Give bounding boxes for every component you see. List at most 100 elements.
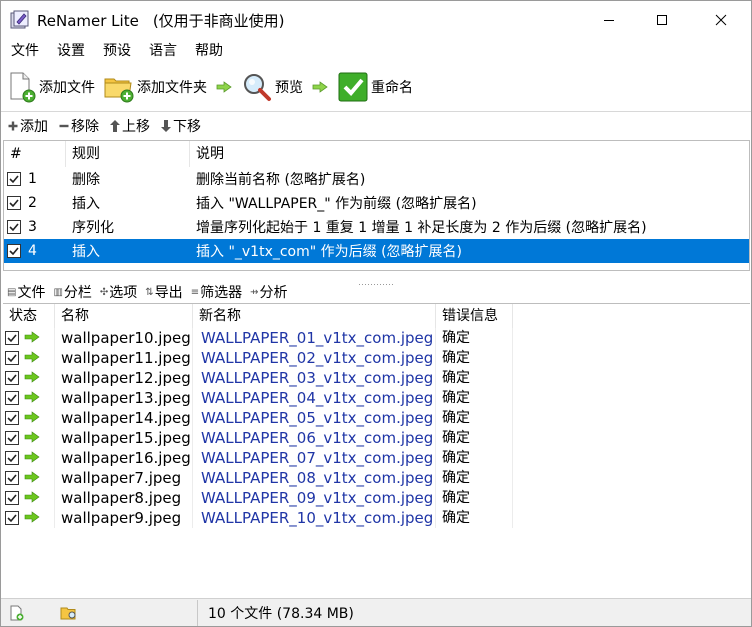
app-logo-icon <box>10 10 30 30</box>
file-row[interactable]: wallpaper9.jpeg WALLPAPER_10_v1tx_com.jpe… <box>3 508 513 528</box>
ready-arrow-icon <box>24 488 40 508</box>
files-toolbar: ▤ 文件 ▥ 分栏 ✣ 选项 ⇅ 导出 ≡ 筛选器 ⇸ 分析 <box>1 281 289 303</box>
toolbar-divider <box>1 111 751 112</box>
file-checkbox[interactable] <box>5 371 19 385</box>
ready-arrow-icon <box>24 328 40 348</box>
file-row[interactable]: wallpaper12.jpeg WALLPAPER_03_v1tx_com.jp… <box>3 368 513 388</box>
file-row[interactable]: wallpaper16.jpeg WALLPAPER_07_v1tx_com.jp… <box>3 448 513 468</box>
files-menu-button[interactable]: ▤ 文件 <box>1 282 47 302</box>
rule-checkbox[interactable] <box>7 172 21 186</box>
file-row[interactable]: wallpaper10.jpeg WALLPAPER_01_v1tx_com.jp… <box>3 328 513 348</box>
col-new-name[interactable]: 新名称 <box>193 304 436 328</box>
license-note: (仅用于非商业使用) <box>152 12 285 30</box>
file-name: wallpaper16.jpeg <box>55 448 193 468</box>
rule-row[interactable]: 2 插入 插入 "WALLPAPER_" 作为前缀 (忽略扩展名) <box>4 191 749 215</box>
rules-col-number[interactable]: # <box>4 141 66 167</box>
maximize-button[interactable] <box>639 1 685 39</box>
rule-name: 插入 <box>72 244 100 260</box>
file-row[interactable]: wallpaper7.jpeg WALLPAPER_08_v1tx_com.jpe… <box>3 468 513 488</box>
file-new-name: WALLPAPER_06_v1tx_com.jpeg <box>193 428 436 448</box>
export-button[interactable]: ⇅ 导出 <box>139 282 184 302</box>
analyze-icon: ⇸ <box>250 286 259 298</box>
file-checkbox[interactable] <box>5 391 19 405</box>
move-down-button[interactable]: 下移 <box>154 116 205 136</box>
menu-language[interactable]: 语言 <box>139 40 185 62</box>
rules-col-description[interactable]: 说明 <box>190 141 749 167</box>
menu-help[interactable]: 帮助 <box>185 40 231 62</box>
remove-rule-label: 移除 <box>71 119 99 135</box>
menu-settings[interactable]: 设置 <box>47 40 93 62</box>
rule-checkbox[interactable] <box>7 244 21 258</box>
rule-row[interactable]: 3 序列化 增量序列化起始于 1 重复 1 增量 1 补足长度为 2 作为后缀 … <box>4 215 749 239</box>
close-button[interactable] <box>698 1 744 39</box>
preview-label: 预览 <box>275 80 303 96</box>
file-checkbox[interactable] <box>5 411 19 425</box>
col-status[interactable]: 状态 <box>3 304 55 328</box>
options-button[interactable]: ✣ 选项 <box>94 282 139 302</box>
move-up-label: 上移 <box>122 119 150 135</box>
status-bar: 10 个文件 (78.34 MB) <box>1 598 751 626</box>
columns-label: 分栏 <box>63 285 92 301</box>
renamer-window: ReNamer Lite (仅用于非商业使用) 文件 设置 预设 语言 帮助 添加… <box>0 0 752 627</box>
rename-button[interactable]: 重命名 <box>331 67 415 107</box>
title-bar: ReNamer Lite (仅用于非商业使用) <box>1 1 751 39</box>
file-status <box>3 408 55 428</box>
file-checkbox[interactable] <box>5 331 19 345</box>
minimize-button[interactable] <box>586 1 632 39</box>
pane-splitter-handle[interactable] <box>359 274 395 285</box>
rule-checkbox[interactable] <box>7 196 21 210</box>
folder-search-icon <box>60 607 76 619</box>
add-rule-button[interactable]: 添加 <box>1 116 52 136</box>
file-status <box>3 448 55 468</box>
ready-arrow-icon <box>24 428 40 448</box>
col-error[interactable]: 错误信息 <box>436 304 513 328</box>
arrow-down-icon <box>160 120 172 132</box>
add-file-icon <box>10 72 36 103</box>
col-name[interactable]: 名称 <box>55 304 193 328</box>
file-error-message: 确定 <box>436 328 513 348</box>
analyze-button[interactable]: ⇸ 分析 <box>244 282 289 302</box>
rename-label: 重命名 <box>371 80 413 96</box>
file-checkbox[interactable] <box>5 511 19 525</box>
file-name: wallpaper8.jpeg <box>55 488 193 508</box>
file-error-message: 确定 <box>436 388 513 408</box>
file-new-name: WALLPAPER_01_v1tx_com.jpeg <box>193 328 436 348</box>
file-checkbox[interactable] <box>5 451 19 465</box>
remove-rule-button[interactable]: 移除 <box>52 116 103 136</box>
columns-button[interactable]: ▥ 分栏 <box>47 282 93 302</box>
file-checkbox[interactable] <box>5 351 19 365</box>
move-up-button[interactable]: 上移 <box>103 116 154 136</box>
file-row[interactable]: wallpaper14.jpeg WALLPAPER_05_v1tx_com.jp… <box>3 408 513 428</box>
file-row[interactable]: wallpaper13.jpeg WALLPAPER_04_v1tx_com.jp… <box>3 388 513 408</box>
add-files-label: 添加文件 <box>39 80 95 96</box>
menu-presets[interactable]: 预设 <box>93 40 139 62</box>
add-folders-button[interactable]: 添加文件夹 <box>97 67 209 107</box>
menu-file[interactable]: 文件 <box>1 40 47 62</box>
options-icon: ✣ <box>99 286 109 298</box>
rule-checkbox[interactable] <box>7 220 21 234</box>
add-file-status-button[interactable] <box>7 603 27 623</box>
file-checkbox[interactable] <box>5 491 19 505</box>
file-checkbox[interactable] <box>5 471 19 485</box>
file-row[interactable]: wallpaper11.jpeg WALLPAPER_02_v1tx_com.jp… <box>3 348 513 368</box>
filter-button[interactable]: ≡ 筛选器 <box>185 282 244 302</box>
file-checkbox[interactable] <box>5 431 19 445</box>
rule-row-selected[interactable]: 4 插入 插入 "_v1tx_com" 作为后缀 (忽略扩展名) <box>4 239 749 263</box>
rules-col-rule[interactable]: 规则 <box>66 141 190 167</box>
rule-description: 增量序列化起始于 1 重复 1 增量 1 补足长度为 2 作为后缀 (忽略扩展名… <box>196 220 647 236</box>
add-files-button[interactable]: 添加文件 <box>1 67 97 107</box>
menu-bar: 文件 设置 预设 语言 帮助 <box>1 39 751 63</box>
rule-row[interactable]: 1 删除 删除当前名称 (忽略扩展名) <box>4 167 749 191</box>
columns-icon: ▥ <box>53 286 63 298</box>
add-folder-status-button[interactable] <box>59 603 79 623</box>
file-error-message: 确定 <box>436 348 513 368</box>
preview-button[interactable]: 预览 <box>235 67 305 107</box>
file-error-message: 确定 <box>436 368 513 388</box>
file-error-message: 确定 <box>436 408 513 428</box>
maximize-icon <box>657 15 667 25</box>
app-title: ReNamer Lite <box>37 12 139 30</box>
files-menu-label: 文件 <box>17 285 46 301</box>
file-name: wallpaper15.jpeg <box>55 428 193 448</box>
file-row[interactable]: wallpaper8.jpeg WALLPAPER_09_v1tx_com.jpe… <box>3 488 513 508</box>
file-row[interactable]: wallpaper15.jpeg WALLPAPER_06_v1tx_com.jp… <box>3 428 513 448</box>
